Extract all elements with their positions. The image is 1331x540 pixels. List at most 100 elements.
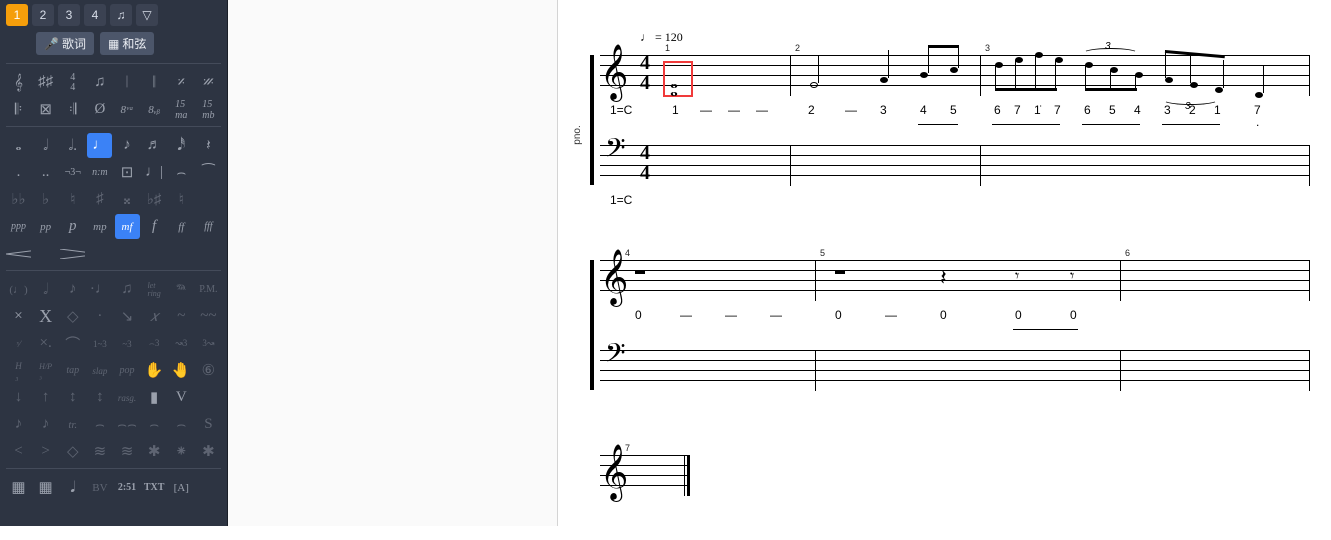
slide-from3-icon[interactable]: 3↝ [196, 331, 221, 356]
decrescendo-icon[interactable] [60, 241, 85, 266]
double-sharp-icon[interactable]: 𝄪 [115, 187, 140, 212]
fermata-icon[interactable]: 𝆮 [169, 277, 194, 302]
bracket13-icon[interactable]: 1~3 [87, 331, 112, 356]
half2-icon[interactable]: 𝅗𝅥 [33, 277, 58, 302]
x-dot-icon[interactable]: ×. [33, 331, 58, 356]
dot-icon[interactable]: . [6, 160, 31, 185]
sixteenth-note-icon[interactable]: ♬ [142, 133, 167, 158]
segno-s-icon[interactable]: S [196, 412, 221, 437]
accent-lt-icon[interactable]: < [6, 439, 31, 464]
dot-artic-icon[interactable]: · [87, 304, 112, 329]
arc3-icon[interactable]: ⌢3 [142, 331, 167, 356]
time-display[interactable]: 2:51 [115, 475, 140, 500]
arrow-up-icon[interactable]: ↑ [33, 385, 58, 410]
section-a-icon[interactable]: [A] [169, 475, 194, 500]
voice-4-button[interactable]: 4 [84, 4, 106, 26]
half-note-icon[interactable]: 𝅗𝅥 [33, 133, 58, 158]
filter-icon[interactable]: ▽ [136, 4, 158, 26]
accent-gt-icon[interactable]: > [33, 439, 58, 464]
hand-up-icon[interactable]: 🤚 [169, 358, 194, 383]
upstroke-icon[interactable]: V [169, 385, 194, 410]
grace2-icon[interactable]: ♪ [33, 412, 58, 437]
tremolo1-icon[interactable]: ≋ [87, 439, 112, 464]
slide-down-icon[interactable]: ↘ [115, 304, 140, 329]
ff-icon[interactable]: ff [169, 214, 194, 239]
star1-icon[interactable]: ✱ [142, 439, 167, 464]
repeat-bar-icon[interactable]: 𝄎 [169, 70, 194, 95]
ottava-up-icon[interactable]: 8ᵛᵃ [115, 97, 140, 122]
slur-icon[interactable]: ⁀ [196, 160, 221, 185]
fretboard2-icon[interactable]: ▦ [33, 475, 58, 500]
sharp-icon[interactable]: ♯ [87, 187, 112, 212]
natural-icon[interactable]: ♮ [60, 187, 85, 212]
time-sig-icon[interactable]: 44 [60, 70, 85, 95]
mp-icon[interactable]: mp [87, 214, 112, 239]
treble-staff-1[interactable]: 𝄞 44 1 2 3 𝅝 𝅝 [600, 55, 1310, 95]
pp-icon[interactable]: pp [33, 214, 58, 239]
string-6-icon[interactable]: ⑥ [196, 358, 221, 383]
lyrics-button[interactable]: 🎤 歌词 [36, 32, 94, 55]
double-dot-icon[interactable]: .. [33, 160, 58, 185]
treble-clef-icon[interactable]: 𝄞 [6, 70, 31, 95]
dotted-half-icon[interactable]: 𝅗𝅥. [60, 133, 85, 158]
flat-icon[interactable]: ♭ [33, 187, 58, 212]
bend4-icon[interactable]: ⌢ [169, 412, 194, 437]
x-notehead-icon[interactable]: 𝑥 [142, 304, 167, 329]
grace-x-icon[interactable]: ˣ⁄ [6, 331, 31, 356]
arrow-down-icon[interactable]: ↓ [6, 385, 31, 410]
f-icon[interactable]: f [142, 214, 167, 239]
start-repeat-icon[interactable]: 𝄆 [6, 97, 31, 122]
star3-icon[interactable]: ✱ [196, 439, 221, 464]
tap-icon[interactable]: tap [60, 358, 85, 383]
voice-2-button[interactable]: 2 [32, 4, 54, 26]
p-icon[interactable]: p [60, 214, 85, 239]
voice-1-button[interactable]: 1 [6, 4, 28, 26]
slap-icon[interactable]: slap [87, 358, 112, 383]
tremolo2-icon[interactable]: ≋ [115, 439, 140, 464]
ottava-down-icon[interactable]: 8ᵥᵦ [142, 97, 167, 122]
rest-icon[interactable]: 𝄽 [196, 133, 221, 158]
ghost-note-icon[interactable]: (♩) [6, 277, 31, 302]
mute-x-small-icon[interactable]: × [6, 304, 31, 329]
let-ring-icon[interactable]: letring [142, 277, 167, 302]
pop-icon[interactable]: pop [115, 358, 140, 383]
arc-icon[interactable]: ⌒ [60, 331, 85, 356]
star2-icon[interactable]: ⁕ [169, 439, 194, 464]
multi-voice-icon[interactable]: ♫ [110, 4, 132, 26]
32nd-note-icon[interactable]: 𝅘𝅥𝅰 [169, 133, 194, 158]
double-bar-icon[interactable]: 𝄁 [142, 70, 167, 95]
repeat-bar2-icon[interactable]: 𝄏 [196, 70, 221, 95]
diamond-icon[interactable]: ◇ [60, 304, 85, 329]
bracket-t3-icon[interactable]: ~3 [115, 331, 140, 356]
key-sig-icon[interactable]: ♯♯ [33, 70, 58, 95]
end-repeat-icon[interactable]: 𝄇 [60, 97, 85, 122]
rasgueado-icon[interactable]: rasg. [115, 385, 140, 410]
hammer-icon[interactable]: H₃ [6, 358, 31, 383]
bend1-icon[interactable]: ⌢ [87, 412, 112, 437]
bend2-icon[interactable]: ⌢⌢ [115, 412, 140, 437]
barline-icon[interactable]: 𝄀 [115, 70, 140, 95]
fff-icon[interactable]: fff [196, 214, 221, 239]
natural2-icon[interactable]: ♮ [169, 187, 194, 212]
flat-sharp-icon[interactable]: ♭♯ [142, 187, 167, 212]
slide-to3-icon[interactable]: ↝3 [169, 331, 194, 356]
beam-group-icon[interactable]: ♫ [87, 70, 112, 95]
coda-icon[interactable]: Ø [87, 97, 112, 122]
double-flat-icon[interactable]: ♭♭ [6, 187, 31, 212]
grace1-icon[interactable]: ♪ [6, 412, 31, 437]
whole-note-icon[interactable]: 𝅝 [6, 133, 31, 158]
15ma-icon[interactable]: 15ma [169, 97, 194, 122]
voice-3-button[interactable]: 3 [58, 4, 80, 26]
eighth-note-icon[interactable]: ♪ [115, 133, 140, 158]
eighth2-icon[interactable]: ♪ [60, 277, 85, 302]
quarter-note-icon[interactable]: ♩ [87, 133, 112, 158]
bv-icon[interactable]: BV [87, 475, 112, 500]
mute-x-large-icon[interactable]: X [33, 304, 58, 329]
downstroke-icon[interactable]: ▮ [142, 385, 167, 410]
trill-icon[interactable]: tr. [60, 412, 85, 437]
palm-mute-icon[interactable]: P.M. [196, 277, 221, 302]
tuplet-nm-icon[interactable]: n:m [87, 160, 112, 185]
treble-staff-2[interactable]: 𝄞 4 5 6 𝄽 𝄾 𝄾 [600, 260, 1310, 300]
hammer-pull-icon[interactable]: H/P₃ [33, 358, 58, 383]
chord-button[interactable]: ▦ 和弦 [100, 32, 154, 55]
